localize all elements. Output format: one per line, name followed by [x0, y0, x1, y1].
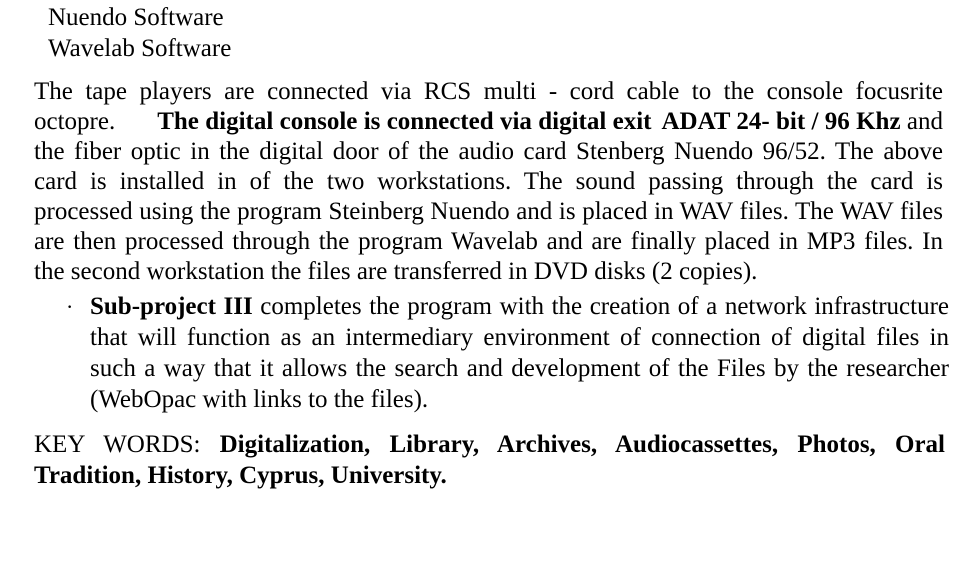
paragraph-line-2-tail: ADAT 24- bit / 96 Khz [661, 108, 901, 135]
paragraph-line-1: The tape players are connected via RCS m… [34, 78, 943, 105]
bullet-point-icon: · [66, 294, 74, 319]
paragraph-line-7: MP3 files. [806, 228, 914, 255]
keywords-label: KEY WORDS: [34, 431, 220, 458]
software-list: Nuendo Software Wavelab Software [34, 2, 949, 64]
document-page: Nuendo Software Wavelab Software The tap… [0, 2, 959, 574]
bullet-list-item-subproject-iii: · Sub-project III completes the program … [34, 291, 949, 415]
paragraph-line-2-start: octopre. [34, 108, 116, 135]
keywords-block: KEY WORDS: Digitalization, Library, Arch… [34, 429, 949, 491]
bullet-item-lead: Sub-project III [90, 293, 253, 320]
paragraph-line-2-rest: The digital console is connected via dig… [157, 108, 652, 135]
software-list-item-nuendo: Nuendo Software [48, 4, 224, 31]
software-list-item-wavelab: Wavelab Software [48, 35, 232, 62]
paragraph-digitization-workflow: The tape players are connected via RCS m… [34, 77, 949, 287]
